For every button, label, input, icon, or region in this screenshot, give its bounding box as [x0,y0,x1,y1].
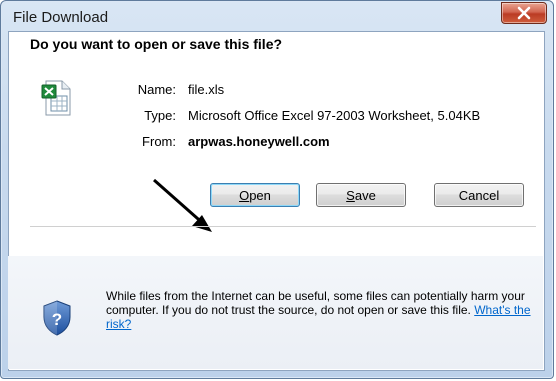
type-label: Type: [144,108,176,123]
section-divider [30,226,536,227]
cancel-button[interactable]: Cancel [434,183,524,207]
excel-file-icon [41,80,71,116]
title-bar[interactable]: File Download [1,1,553,31]
window-title: File Download [13,9,109,26]
warning-text: While files from the Internet can be use… [106,289,525,317]
name-label: Name: [137,82,176,97]
cancel-button-label: Cancel [458,187,500,203]
warning-message: While files from the Internet can be use… [106,289,536,331]
dialog-heading: Do you want to open or save this file? [30,36,283,52]
from-label: From: [142,134,176,149]
file-source-value: arpwas.honeywell.com [188,134,330,149]
save-button[interactable]: Save [316,183,406,207]
save-button-label: Save [346,187,376,203]
shield-question-icon: ? [43,300,71,336]
file-name-value: file.xls [188,82,225,97]
open-button-label: Open [239,187,271,203]
close-button[interactable] [501,2,547,24]
open-button[interactable]: Open [210,183,300,207]
svg-text:?: ? [52,310,62,329]
file-type-value: Microsoft Office Excel 97-2003 Worksheet… [188,108,481,123]
close-icon [517,6,531,20]
